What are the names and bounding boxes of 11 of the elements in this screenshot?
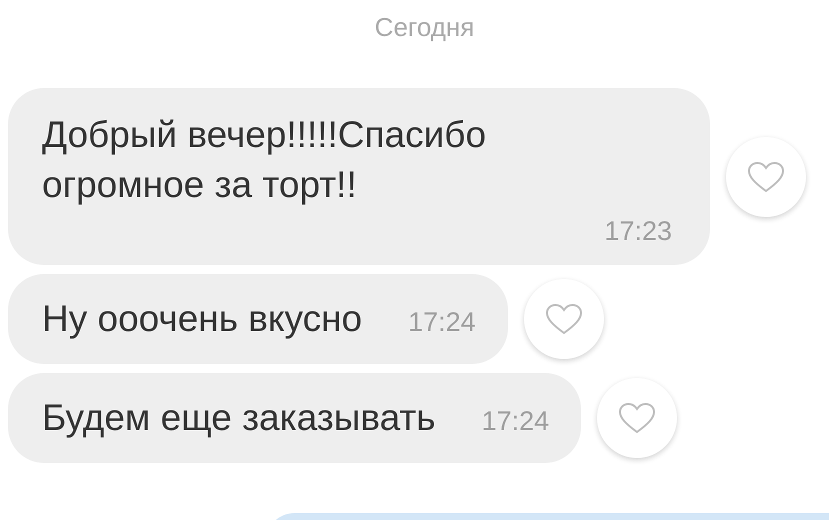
message-time: 17:24 xyxy=(408,307,476,338)
heart-icon xyxy=(747,160,785,192)
message-text: Будем еще заказывать xyxy=(42,396,436,440)
message-text: Добрый вечер!!!!!Спасибо огромное за торт!! xyxy=(42,113,488,207)
heart-icon xyxy=(544,303,583,335)
heart-icon xyxy=(618,402,656,434)
message-time: 17:23 xyxy=(604,216,672,247)
date-label: Сегодня xyxy=(374,11,474,44)
like-button[interactable] xyxy=(726,136,806,216)
message-time: 17:24 xyxy=(482,406,550,437)
message-text: Ну ооочень вкусно xyxy=(42,297,362,341)
